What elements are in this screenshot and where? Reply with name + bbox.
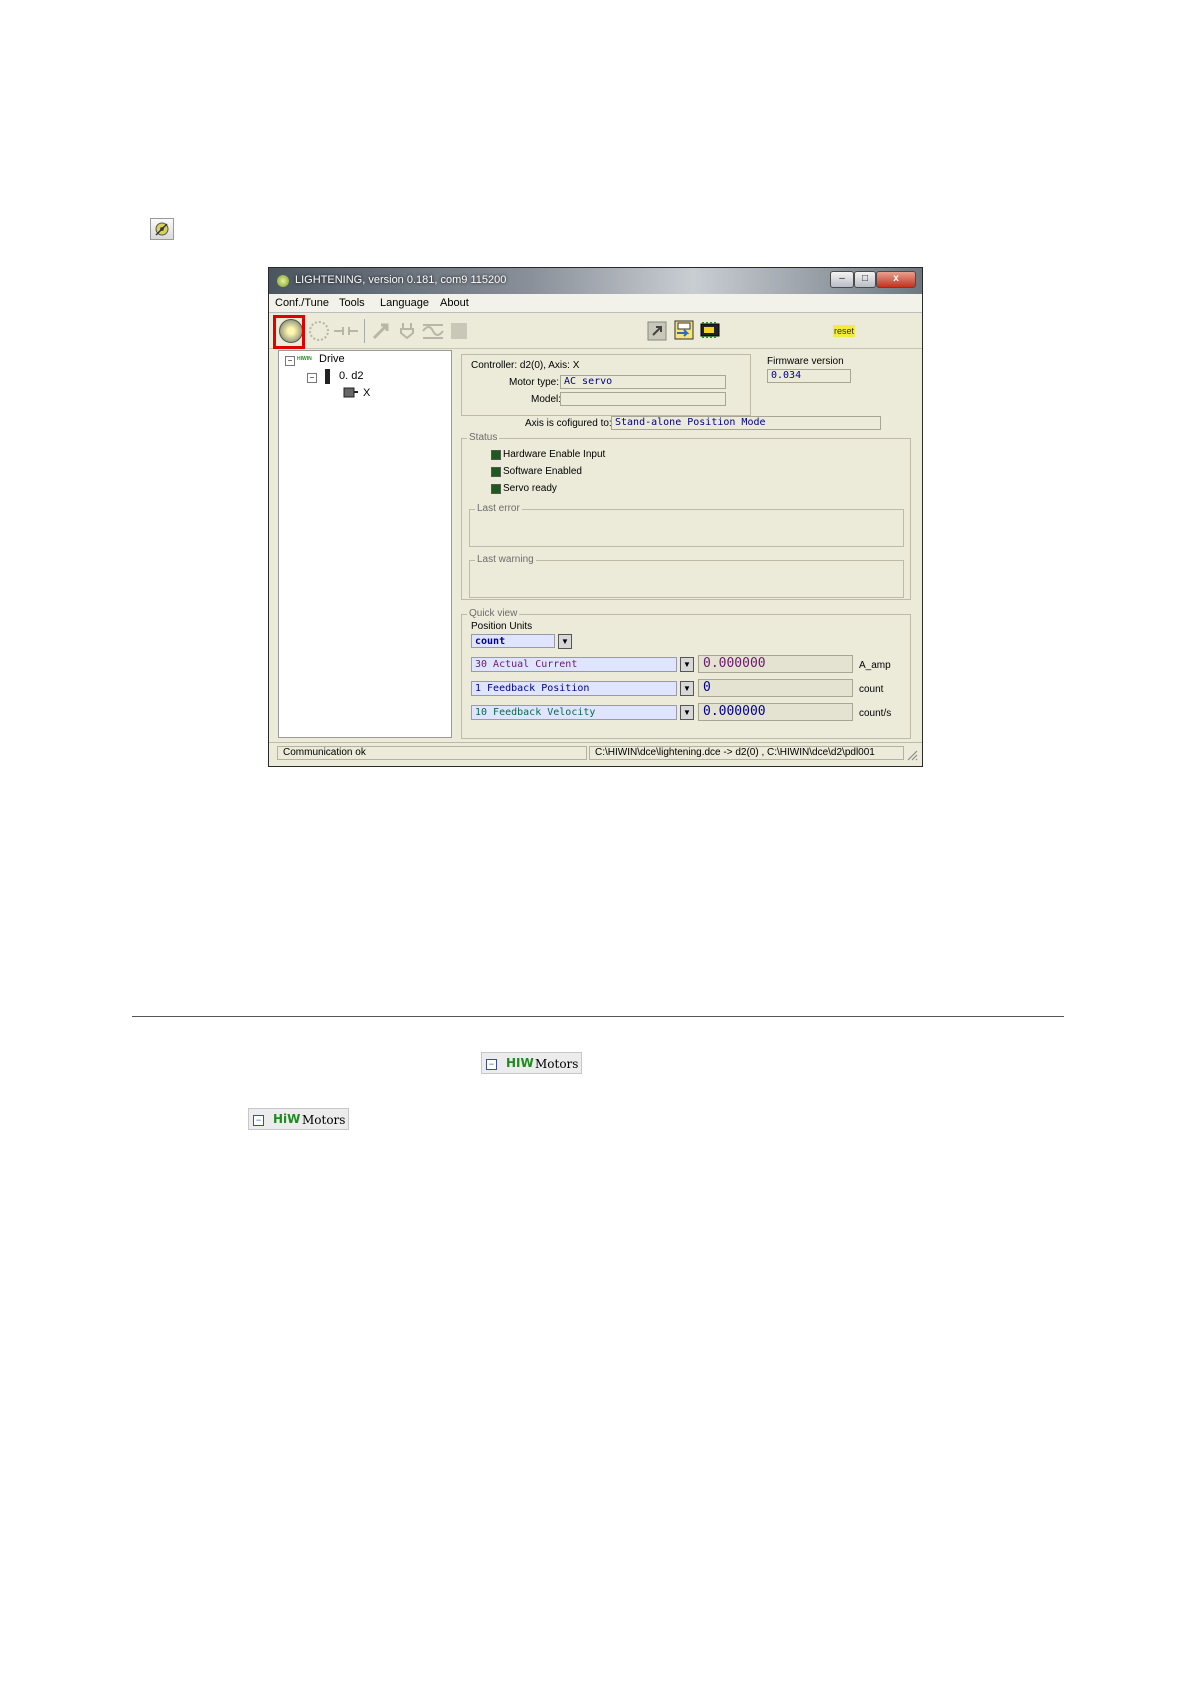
motors-label: Motors	[302, 1113, 346, 1127]
status-communication: Communication ok	[277, 746, 587, 760]
menu-about[interactable]: About	[440, 297, 469, 309]
stop-icon[interactable]	[451, 323, 467, 339]
motors-tree-chip: − HIW Motors	[481, 1052, 582, 1074]
maximize-button[interactable]: □	[854, 271, 876, 288]
toolbar: reset	[269, 313, 922, 349]
quick-view-value-3: 0.000000	[698, 703, 853, 721]
last-warning-box	[469, 560, 904, 598]
model-label: Model:	[531, 394, 562, 405]
chevron-down-icon[interactable]: ▼	[680, 705, 694, 720]
status-path: C:\HIWIN\dce\lightening.dce -> d2(0) , C…	[589, 746, 904, 760]
tree-collapse-icon[interactable]: −	[307, 373, 317, 383]
quick-view-channel-1[interactable]: 30 Actual Current	[471, 657, 677, 672]
motors-label: Motors	[535, 1057, 579, 1071]
gear-icon[interactable]	[309, 321, 329, 341]
plug-icon[interactable]	[397, 321, 417, 341]
divider	[132, 1016, 1064, 1017]
connect-icon	[150, 218, 174, 240]
scope-icon[interactable]	[421, 321, 445, 341]
status-group-label: Status	[467, 432, 500, 443]
quick-view-unit-3: count/s	[859, 708, 892, 719]
axis-config-field: Stand-alone Position Mode	[611, 416, 881, 430]
quick-view-channel-2[interactable]: 1 Feedback Position	[471, 681, 677, 696]
disconnect-icon[interactable]	[333, 325, 359, 337]
tree-collapse-icon: −	[253, 1115, 264, 1126]
menu-bar: Conf./Tune Tools Language About	[269, 294, 922, 313]
menu-conf-tune[interactable]: Conf./Tune	[275, 297, 329, 309]
status-bar: Communication ok C:\HIWIN\dce\lightening…	[269, 742, 922, 763]
close-button[interactable]: x	[876, 271, 916, 288]
hiwin-logo: HiW	[273, 1112, 301, 1126]
tree-item-axis-x[interactable]: X	[363, 387, 370, 399]
drive-tree: − HIWIN Drive − 0. d2 X	[278, 350, 452, 738]
position-units-label: Position Units	[471, 621, 533, 632]
controller-label: Controller: d2(0), Axis: X	[471, 360, 580, 371]
position-units-select[interactable]: count	[471, 634, 555, 648]
status-servo-ready: Servo ready	[503, 483, 557, 494]
axis-config-label: Axis is cofigured to:	[525, 418, 612, 429]
chevron-down-icon[interactable]: ▼	[680, 681, 694, 696]
motor-type-label: Motor type:	[509, 377, 560, 388]
highlight-box	[273, 315, 305, 349]
last-error-label: Last error	[475, 503, 522, 514]
tree-collapse-icon[interactable]: −	[285, 356, 295, 366]
window-title: LIGHTENING, version 0.181, com9 115200	[295, 274, 507, 286]
motor-icon	[343, 387, 358, 398]
quick-view-unit-1: A_amp	[859, 660, 891, 671]
last-error-box	[469, 509, 904, 547]
minimize-button[interactable]: –	[830, 271, 854, 288]
app-icon	[277, 275, 289, 287]
hiwin-logo: HIW	[506, 1056, 534, 1070]
last-warning-label: Last warning	[475, 554, 536, 565]
menu-tools[interactable]: Tools	[339, 297, 365, 309]
quick-view-value-2: 0	[698, 679, 853, 697]
status-led-icon	[491, 484, 501, 494]
chevron-down-icon[interactable]: ▼	[558, 634, 572, 649]
tree-item-d2[interactable]: 0. d2	[339, 370, 363, 382]
model-field	[560, 392, 726, 406]
axis-panel: Controller: d2(0), Axis: X Motor type: A…	[453, 350, 915, 742]
tree-item-drive[interactable]: Drive	[319, 353, 345, 365]
app-window: LIGHTENING, version 0.181, com9 115200 –…	[268, 267, 923, 767]
save-to-flash-icon[interactable]	[673, 319, 695, 341]
drive-icon	[325, 369, 330, 384]
status-led-icon	[491, 450, 501, 460]
download-icon[interactable]	[647, 321, 667, 341]
tune-icon[interactable]	[371, 321, 391, 341]
menu-language[interactable]: Language	[380, 297, 429, 309]
resize-grip-icon[interactable]	[906, 749, 918, 761]
memory-chip-icon[interactable]	[699, 320, 721, 340]
status-led-icon	[491, 467, 501, 477]
status-hardware-enable: Hardware Enable Input	[503, 449, 606, 460]
toolbar-separator	[364, 319, 365, 343]
status-software-enabled: Software Enabled	[503, 466, 582, 477]
firmware-label: Firmware version	[767, 356, 844, 367]
quick-view-value-1: 0.000000	[698, 655, 853, 673]
firmware-field: 0.034	[767, 369, 851, 383]
quick-view-label: Quick view	[467, 608, 520, 619]
quick-view-unit-2: count	[859, 684, 884, 695]
quick-view-channel-3[interactable]: 10 Feedback Velocity	[471, 705, 677, 720]
hiwin-logo: HIWIN	[297, 356, 312, 362]
reset-button[interactable]: reset	[833, 325, 855, 337]
tree-collapse-icon: −	[486, 1059, 497, 1070]
title-bar[interactable]: LIGHTENING, version 0.181, com9 115200 –…	[269, 268, 922, 294]
motors-tree-chip: − HiW Motors	[248, 1108, 349, 1130]
motor-type-field: AC servo	[560, 375, 726, 389]
chevron-down-icon[interactable]: ▼	[680, 657, 694, 672]
